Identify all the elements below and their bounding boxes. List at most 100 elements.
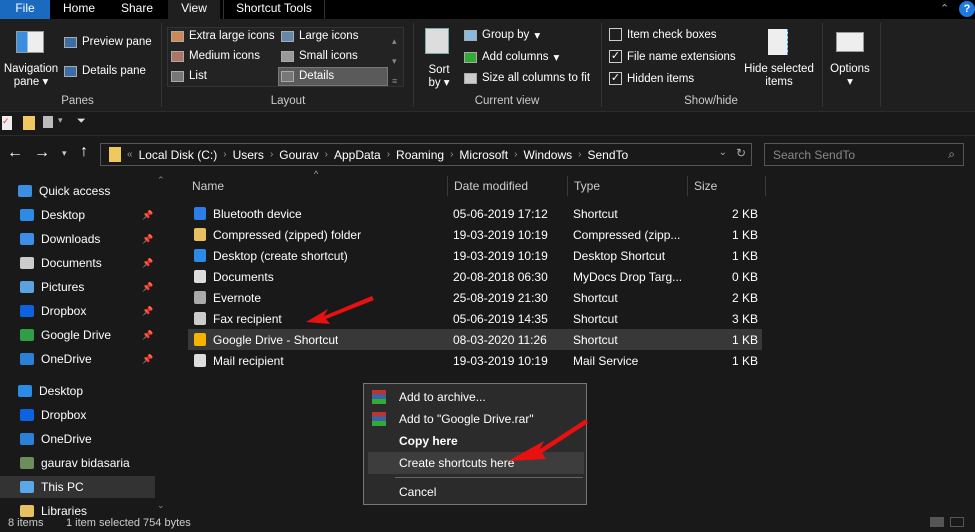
new-folder-icon[interactable] [23,116,35,130]
recent-locations-icon[interactable]: ▾ [62,148,67,159]
layout-extra-large-icons[interactable]: Extra large icons [171,30,275,42]
refresh-icon[interactable]: ↻ [736,146,746,160]
forward-button[interactable]: → [34,144,50,162]
sidebar-item-label: Dropbox [41,304,87,318]
chevron-right-icon[interactable]: › [270,149,273,160]
column-header-type[interactable]: Type [568,176,688,196]
file-row[interactable]: Google Drive - Shortcut 08-03-2020 11:26… [188,329,762,350]
breadcrumb-item[interactable]: Gourav [279,148,318,162]
file-name: Desktop (create shortcut) [213,248,348,263]
navigation-pane-button[interactable]: Navigation pane ▾ [2,63,60,89]
chevron-right-icon[interactable]: › [578,149,581,160]
sidebar-item[interactable]: OneDrive 📌 [0,348,155,370]
collapse-ribbon-icon[interactable]: ⌃ [940,2,949,15]
large-icons-view-button[interactable] [950,517,964,527]
breadcrumb-item[interactable]: Users [233,148,264,162]
layout-details[interactable]: Details [281,70,334,82]
group-by-button[interactable]: Group by ▾ [464,28,540,42]
sidebar-item[interactable]: OneDrive [0,428,155,450]
breadcrumb-item[interactable]: AppData [334,148,381,162]
sidebar-item[interactable]: Dropbox [0,404,155,426]
file-row[interactable]: Evernote 25-08-2019 21:30 Shortcut 2 KB [188,287,762,308]
list-icon [171,70,184,82]
chevron-right-icon[interactable]: › [387,149,390,160]
column-header-name[interactable]: Name [186,176,448,196]
file-row[interactable]: Fax recipient 05-06-2019 14:35 Shortcut … [188,308,762,329]
customize-toolbar-icon[interactable]: ⏷ [77,115,86,128]
preview-pane-button[interactable]: Preview pane [64,36,152,48]
context-menu-item[interactable]: Add to archive... [368,386,584,408]
chevron-right-icon[interactable]: › [514,149,517,160]
file-row[interactable]: Bluetooth device 05-06-2019 17:12 Shortc… [188,203,762,224]
pin-icon[interactable]: 📌 [142,210,153,221]
sidebar-item[interactable]: Dropbox 📌 [0,300,155,322]
pin-icon[interactable]: 📌 [142,306,153,317]
hide-selected-items-button[interactable]: Hide selected items [742,63,816,89]
help-icon[interactable]: ? [959,1,975,17]
file-type: Shortcut [573,311,618,326]
breadcrumb-item[interactable]: Microsoft [459,148,508,162]
file-name-extensions-toggle[interactable]: ✓ File name extensions [609,50,736,63]
pin-icon[interactable]: 📌 [142,354,153,365]
layout-list[interactable]: List [171,70,207,82]
chevron-right-icon[interactable]: › [223,149,226,160]
properties-icon[interactable]: ✓ [2,116,12,130]
breadcrumb-item[interactable]: SendTo [587,148,628,162]
size-all-columns-button[interactable]: Size all columns to fit [464,72,590,84]
tab-shortcut-tools[interactable]: Shortcut Tools [223,0,325,19]
dropdown-icon[interactable]: ▾ [58,115,63,126]
sidebar-item[interactable]: gaurav bidasaria [0,452,155,474]
file-row[interactable]: Mail recipient 19-03-2019 10:19 Mail Ser… [188,350,762,371]
breadcrumb-item[interactable]: Windows [523,148,572,162]
address-dropdown-icon[interactable]: ⌄ [719,147,727,158]
details-pane-button[interactable]: Details pane [64,65,146,77]
scroll-down-icon[interactable]: ⌄ [157,500,165,511]
sidebar-item[interactable]: Quick access [0,180,155,202]
chevron-right-icon[interactable]: › [325,149,328,160]
tab-view[interactable]: View [168,0,220,20]
up-button[interactable]: ↑ [80,143,88,161]
layout-scroll-buttons[interactable]: ▴ ▾ ≡ [392,31,397,91]
sidebar-item[interactable]: Downloads 📌 [0,228,155,250]
checkbox-checked[interactable]: ✓ [609,72,622,85]
add-columns-button[interactable]: Add columns ▾ [464,50,559,64]
layout-large-icons[interactable]: Large icons [281,30,358,42]
sidebar-item[interactable]: This PC [0,476,155,498]
layout-medium-icons[interactable]: Medium icons [171,50,260,62]
address-bar[interactable]: « Local Disk (C:) › Users › Gourav › AppData › R… [100,143,752,166]
sort-by-button[interactable]: Sort by ▾ [424,64,454,90]
breadcrumb-item[interactable]: Local Disk (C:) [139,148,218,162]
search-input[interactable]: Search SendTo ⌕ [764,143,964,166]
file-row[interactable]: Compressed (zipped) folder 19-03-2019 10… [188,224,762,245]
chevron-right-icon[interactable]: › [450,149,453,160]
sidebar-item[interactable]: Google Drive 📌 [0,324,155,346]
back-button[interactable]: ← [7,144,23,162]
scroll-up-icon[interactable]: ⌃ [157,175,165,186]
tab-share[interactable]: Share [108,0,166,19]
file-row[interactable]: Desktop (create shortcut) 19-03-2019 10:… [188,245,762,266]
checkbox-unchecked[interactable] [609,28,622,41]
item-check-boxes-toggle[interactable]: Item check boxes [609,28,716,41]
sidebar-item[interactable]: Pictures 📌 [0,276,155,298]
pin-icon[interactable]: 📌 [142,258,153,269]
layout-small-icons[interactable]: Small icons [281,50,358,62]
sidebar-item[interactable]: Desktop [0,380,155,402]
checkbox-checked[interactable]: ✓ [609,50,622,63]
sidebar-item[interactable]: Desktop 📌 [0,204,155,226]
column-header-date[interactable]: Date modified [448,176,568,196]
options-button[interactable]: Options ▾ [826,63,874,89]
view-icon[interactable] [43,116,53,128]
tab-file[interactable]: File [0,0,50,19]
breadcrumb-item[interactable]: Roaming [396,148,444,162]
hidden-items-toggle[interactable]: ✓ Hidden items [609,72,694,85]
tab-home[interactable]: Home [50,0,108,19]
details-view-button[interactable] [930,517,944,527]
pin-icon[interactable]: 📌 [142,282,153,293]
column-header-size[interactable]: Size [688,176,766,196]
file-date: 05-06-2019 14:35 [453,311,548,326]
sidebar-item[interactable]: Documents 📌 [0,252,155,274]
pin-icon[interactable]: 📌 [142,234,153,245]
file-row[interactable]: Documents 20-08-2018 06:30 MyDocs Drop T… [188,266,762,287]
pin-icon[interactable]: 📌 [142,330,153,341]
context-menu-item[interactable]: Cancel [368,481,584,503]
